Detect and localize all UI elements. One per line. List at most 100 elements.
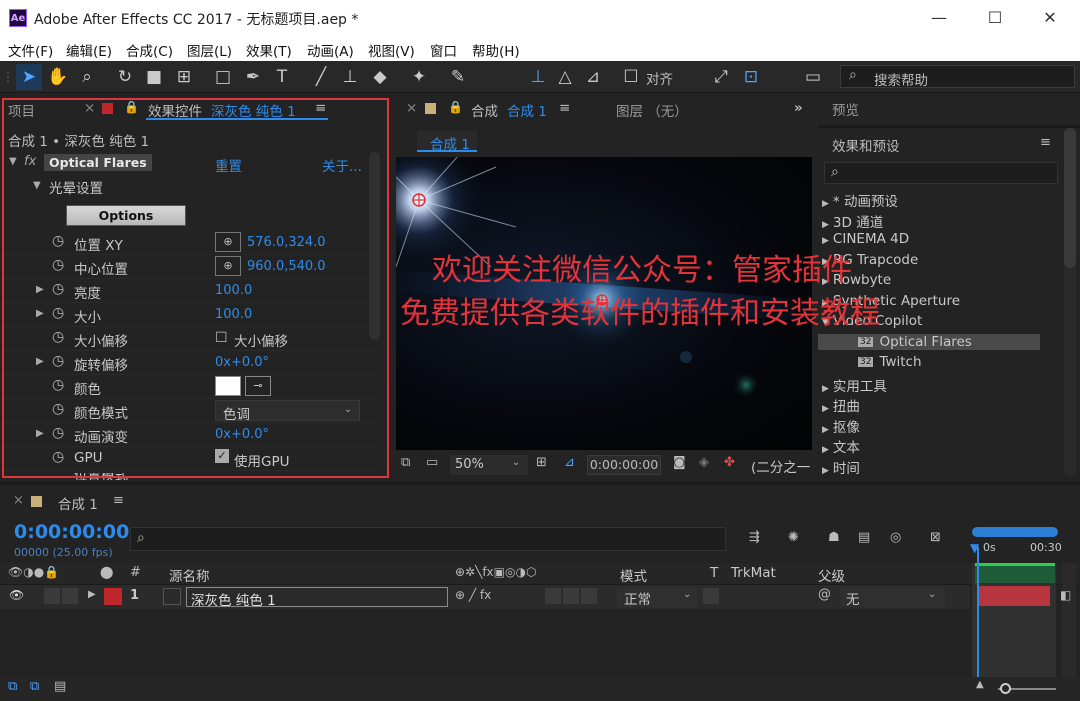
view-axis-icon[interactable]: ⊿ bbox=[580, 64, 606, 90]
transparency-grid-icon[interactable]: ⊿ bbox=[564, 455, 575, 470]
column-trkmat[interactable]: TrkMat bbox=[731, 565, 776, 581]
visibility-eye-icon[interactable]: 👁 bbox=[9, 588, 24, 602]
column-mode[interactable]: 模式 bbox=[620, 565, 647, 585]
graph-editor-icon[interactable]: ⊠ bbox=[930, 530, 941, 545]
layer-switches[interactable]: ⊕ ╱ fx bbox=[455, 588, 491, 602]
toggle-timing-icon[interactable]: ▤ bbox=[54, 679, 66, 694]
effect-category[interactable]: ▶ 3D 通道 bbox=[822, 211, 883, 231]
audio-toggle[interactable] bbox=[44, 588, 60, 604]
playhead-line[interactable] bbox=[977, 547, 979, 677]
effect-preset-item[interactable]: 32 Twitch bbox=[838, 354, 922, 370]
parent-select[interactable]: 无 ⌄ bbox=[840, 587, 945, 608]
chevron-right-icon[interactable]: ▶ bbox=[822, 199, 829, 209]
frame-blending-icon[interactable]: ▤ bbox=[858, 530, 870, 545]
clone-stamp-tool-icon[interactable]: ⊥ bbox=[337, 64, 363, 90]
menu-window[interactable]: 窗口 bbox=[430, 40, 457, 60]
layer-name-field[interactable]: 深灰色 纯色 1 bbox=[186, 587, 448, 609]
expand-layer-icon[interactable]: ▶ bbox=[88, 589, 96, 600]
close-button[interactable]: ✕ bbox=[1037, 6, 1063, 30]
layer-search-input[interactable]: ⌕ bbox=[130, 527, 726, 551]
maximize-button[interactable]: ☐ bbox=[982, 6, 1008, 30]
effect-category[interactable]: ▶ 抠像 bbox=[822, 416, 860, 436]
toggle-modes-icon[interactable]: ⧉ bbox=[30, 679, 39, 694]
tab-composition-name[interactable]: 合成 1 bbox=[507, 100, 547, 120]
sub-tab-comp[interactable]: 合成 1 bbox=[417, 131, 477, 153]
effect-category[interactable]: ▶ 时间 bbox=[822, 457, 860, 477]
pen-tool-icon[interactable]: ✒ bbox=[240, 64, 266, 90]
chevron-right-icon[interactable]: ▶ bbox=[822, 220, 829, 230]
trkmat-box[interactable] bbox=[703, 588, 719, 604]
layer-row[interactable]: 👁 ▶ 1 深灰色 纯色 1 ⊕ ╱ fx 正常 ⌄ @ 无 ⌄ bbox=[0, 585, 970, 609]
chevron-right-icon[interactable]: ▶ bbox=[822, 384, 829, 394]
snap-checkbox[interactable]: ☐ bbox=[622, 64, 640, 90]
camera-tool-icon[interactable]: ■ bbox=[141, 64, 167, 90]
shy-icon[interactable]: ☗ bbox=[828, 530, 840, 545]
current-timecode[interactable]: 0:00:00:00 bbox=[14, 521, 129, 543]
pan-behind-tool-icon[interactable]: ⊞ bbox=[171, 64, 197, 90]
effect-preset-item[interactable]: 32 Optical Flares bbox=[818, 333, 1040, 350]
menu-layer[interactable]: 图层(L) bbox=[187, 40, 232, 60]
zoom-out-icon[interactable]: ▲ bbox=[976, 679, 984, 690]
preview-panel-tab[interactable]: 预览 bbox=[832, 99, 859, 119]
lock-toggle[interactable] bbox=[62, 588, 78, 604]
eraser-tool-icon[interactable]: ◆ bbox=[367, 64, 393, 90]
tab-composition[interactable]: 合成 bbox=[471, 100, 498, 120]
effects-scrollbar-thumb[interactable] bbox=[1064, 128, 1076, 268]
layer-duration-bar[interactable] bbox=[978, 586, 1050, 606]
menu-effect[interactable]: 效果(T) bbox=[246, 40, 292, 60]
zoom-slider-thumb[interactable] bbox=[1000, 683, 1011, 694]
mode-select[interactable]: 正常 ⌄ bbox=[617, 587, 697, 608]
close-tab-icon[interactable]: × bbox=[406, 100, 417, 116]
chevron-right-icon[interactable]: ▶ bbox=[822, 404, 829, 414]
close-tab-icon[interactable]: × bbox=[13, 493, 24, 508]
work-area-bar[interactable] bbox=[972, 527, 1058, 537]
comp-mini-flowchart-icon[interactable]: ⇶ bbox=[749, 530, 760, 545]
lock-icon[interactable]: 🔒 bbox=[448, 100, 463, 114]
selection-tool-icon[interactable]: ➤ bbox=[16, 64, 42, 90]
layer-label-color[interactable] bbox=[104, 588, 122, 605]
expand-icon[interactable]: ⤢ bbox=[708, 64, 734, 90]
timeline-tab[interactable]: 合成 1 bbox=[58, 493, 98, 513]
switch-box[interactable] bbox=[563, 588, 579, 604]
viewer-timecode[interactable]: 0:00:00:00 bbox=[587, 455, 661, 475]
toggle-switches-icon[interactable]: ⧉ bbox=[8, 679, 17, 694]
monitor-icon[interactable]: ▭ bbox=[426, 455, 438, 470]
rectangle-tool-icon[interactable]: □ bbox=[210, 64, 236, 90]
effect-category[interactable]: ▶ 文本 bbox=[822, 436, 860, 456]
menu-animation[interactable]: 动画(A) bbox=[307, 40, 354, 60]
pick-whip-icon[interactable]: @ bbox=[818, 587, 831, 602]
switch-box[interactable] bbox=[545, 588, 561, 604]
snapshot-icon[interactable]: ◙ bbox=[673, 455, 686, 470]
world-axis-icon[interactable]: △ bbox=[552, 64, 578, 90]
zoom-select[interactable]: 50% ⌄ bbox=[450, 455, 528, 475]
hand-tool-icon[interactable]: ✋ bbox=[45, 64, 71, 90]
menu-help[interactable]: 帮助(H) bbox=[472, 40, 520, 60]
draft-3d-icon[interactable]: ✺ bbox=[788, 530, 799, 545]
panel-menu-icon[interactable]: ≡ bbox=[113, 493, 124, 508]
local-axis-icon[interactable]: ⊥ bbox=[525, 64, 551, 90]
chevron-right-icon[interactable]: ▶ bbox=[822, 425, 829, 435]
puppet-tool-icon[interactable]: ✎ bbox=[445, 64, 471, 90]
column-source-name[interactable]: 源名称 bbox=[169, 565, 210, 585]
rotate-tool-icon[interactable]: ↻ bbox=[112, 64, 138, 90]
motion-blur-icon[interactable]: ◎ bbox=[890, 530, 901, 545]
menu-composition[interactable]: 合成(C) bbox=[126, 40, 173, 60]
effects-search-input[interactable]: ⌕ bbox=[824, 162, 1058, 184]
chevron-right-icon[interactable]: ▶ bbox=[822, 466, 829, 476]
type-tool-icon[interactable]: T bbox=[269, 64, 295, 90]
menu-edit[interactable]: 编辑(E) bbox=[66, 40, 112, 60]
show-snapshot-icon[interactable]: ◈ bbox=[699, 455, 709, 470]
help-search-box[interactable]: ⌕ 搜索帮助 bbox=[840, 65, 1075, 89]
panel-menu-icon[interactable]: ≡ bbox=[1040, 135, 1051, 150]
brush-tool-icon[interactable]: ╱ bbox=[308, 64, 334, 90]
roto-brush-tool-icon[interactable]: ✦ bbox=[406, 64, 432, 90]
zoom-tool-icon[interactable]: ⌕ bbox=[74, 64, 100, 90]
resolution-select[interactable]: (二分之一) bbox=[751, 456, 811, 476]
tab-layer[interactable]: 图层 （无） bbox=[616, 100, 688, 120]
switch-box[interactable] bbox=[581, 588, 597, 604]
column-parent[interactable]: 父级 bbox=[818, 565, 845, 585]
panel-menu-icon[interactable]: ≡ bbox=[559, 100, 570, 116]
channel-icon[interactable]: ✤ bbox=[724, 455, 735, 470]
effect-category[interactable]: ▶ 扭曲 bbox=[822, 395, 860, 415]
region-icon[interactable]: ⊞ bbox=[536, 455, 547, 470]
